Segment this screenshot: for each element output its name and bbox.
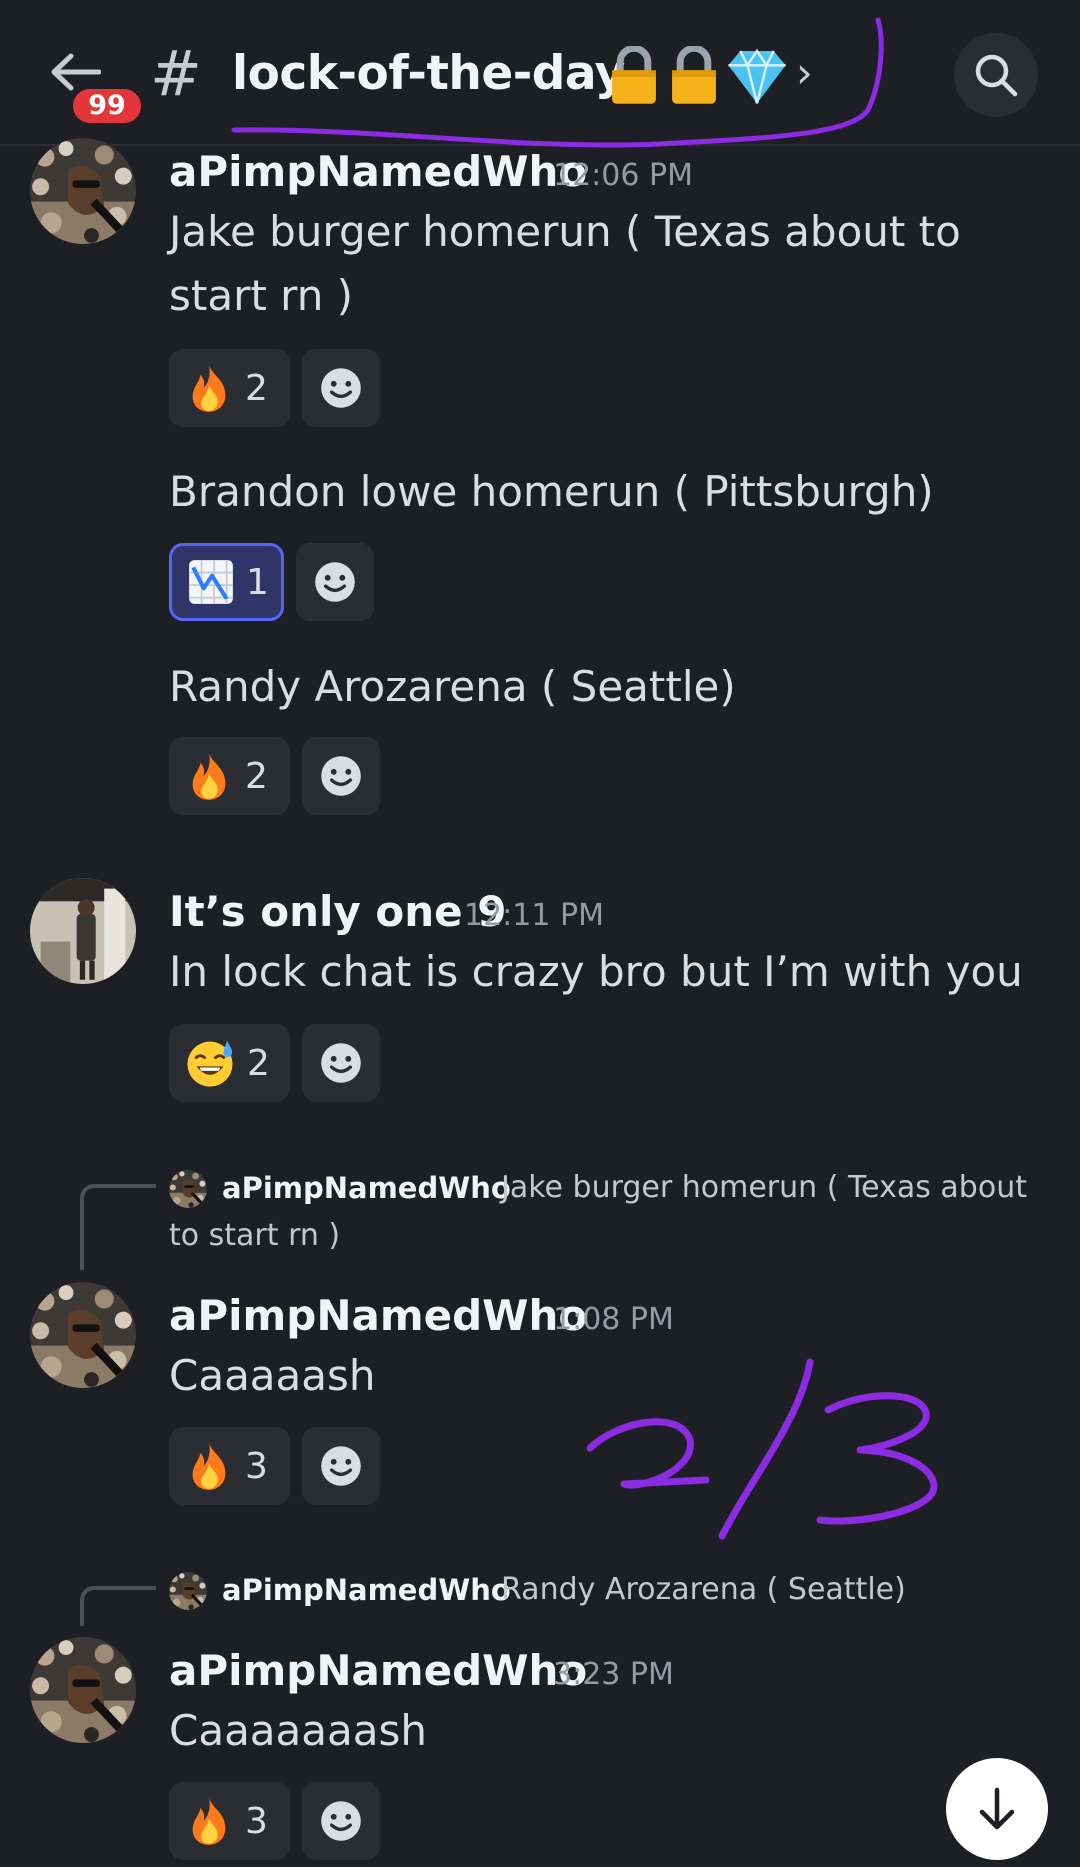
message-text: Caaaaash <box>169 1351 376 1400</box>
message-timestamp: 3:23 PM <box>553 1657 674 1692</box>
reaction-count: 2 <box>245 367 268 409</box>
lock-emoji-icon <box>672 46 716 104</box>
search-icon <box>975 54 1018 97</box>
avatar[interactable] <box>30 138 136 244</box>
reply-avatar <box>169 1572 207 1610</box>
channel-hash-icon: # <box>150 37 202 110</box>
add-reaction-button[interactable] <box>302 349 380 427</box>
reaction-count: 2 <box>247 1042 270 1084</box>
gem-emoji-icon <box>728 48 786 104</box>
smiley-icon <box>316 751 366 801</box>
jump-to-bottom-button[interactable] <box>946 1758 1048 1860</box>
reaction-fire[interactable]: 2 <box>169 349 290 427</box>
reaction-count: 1 <box>246 561 269 603</box>
avatar[interactable] <box>30 1637 136 1743</box>
add-reaction-button[interactable] <box>302 737 380 815</box>
message-username[interactable]: aPimpNamedWho <box>169 1290 587 1342</box>
reaction-count: 2 <box>245 755 268 797</box>
unread-badge: 99 <box>70 86 144 126</box>
message-username[interactable]: It’s only one 9 <box>169 886 507 938</box>
message-timestamp: 12:11 PM <box>464 898 604 933</box>
reaction-fire[interactable]: 2 <box>169 737 290 815</box>
avatar[interactable] <box>30 878 136 984</box>
reply-preview-text[interactable]: Randy Arozarena ( Seattle) <box>501 1566 1041 1614</box>
channel-name[interactable]: lock-of-the-day <box>232 40 625 108</box>
message-text: Jake burger homerun ( Texas about to sta… <box>169 207 961 320</box>
message-text: Brandon lowe homerun ( Pittsburgh) <box>169 467 934 516</box>
chart-decreasing-emoji-icon <box>186 557 236 607</box>
reaction-fire[interactable]: 3 <box>169 1782 290 1860</box>
message-timestamp: 1:08 PM <box>553 1302 674 1337</box>
message-username[interactable]: aPimpNamedWho <box>169 146 587 198</box>
reaction-chart-decreasing[interactable]: 1 <box>169 543 284 621</box>
message-text: Caaaaaaash <box>169 1706 427 1755</box>
reaction-grinning-sweat[interactable]: 2 <box>169 1024 290 1102</box>
channel-header: 99 # lock-of-the-day › <box>0 0 1080 146</box>
reply-connector <box>80 1184 156 1270</box>
add-reaction-button[interactable] <box>302 1024 380 1102</box>
fire-emoji-icon <box>183 750 235 802</box>
discord-channel-screen: 99 # lock-of-the-day › aPimpNamedWho 12:… <box>0 0 1080 1867</box>
message-text: Randy Arozarena ( Seattle) <box>169 662 736 711</box>
smiley-icon <box>316 363 366 413</box>
reaction-count: 3 <box>245 1445 268 1487</box>
arrow-down-icon <box>979 1787 1015 1830</box>
message-text: In lock chat is crazy bro but I’m with y… <box>169 947 1023 996</box>
reply-username[interactable]: aPimpNamedWho <box>222 1570 511 1610</box>
add-reaction-button[interactable] <box>302 1427 380 1505</box>
reply-preview-text[interactable]: Jake burger homerun ( Texas about to sta… <box>169 1164 1029 1260</box>
lock-emoji-icon <box>612 46 656 104</box>
reaction-count: 3 <box>245 1800 268 1842</box>
smiley-icon <box>316 1038 366 1088</box>
reaction-fire[interactable]: 3 <box>169 1427 290 1505</box>
add-reaction-button[interactable] <box>296 543 374 621</box>
fire-emoji-icon <box>183 1440 235 1492</box>
message-timestamp: 12:06 PM <box>553 158 693 193</box>
avatar[interactable] <box>30 1282 136 1388</box>
smiley-icon <box>310 557 360 607</box>
search-button[interactable] <box>954 33 1038 117</box>
add-reaction-button[interactable] <box>302 1782 380 1860</box>
smiley-icon <box>316 1441 366 1491</box>
chevron-right-icon[interactable]: › <box>796 50 813 96</box>
reply-connector <box>80 1586 156 1626</box>
channel-emoji-group <box>606 46 788 106</box>
smiley-icon <box>316 1796 366 1846</box>
message-username[interactable]: aPimpNamedWho <box>169 1645 587 1697</box>
grinning-sweat-emoji-icon <box>183 1036 237 1090</box>
fire-emoji-icon <box>183 362 235 414</box>
fire-emoji-icon <box>183 1795 235 1847</box>
